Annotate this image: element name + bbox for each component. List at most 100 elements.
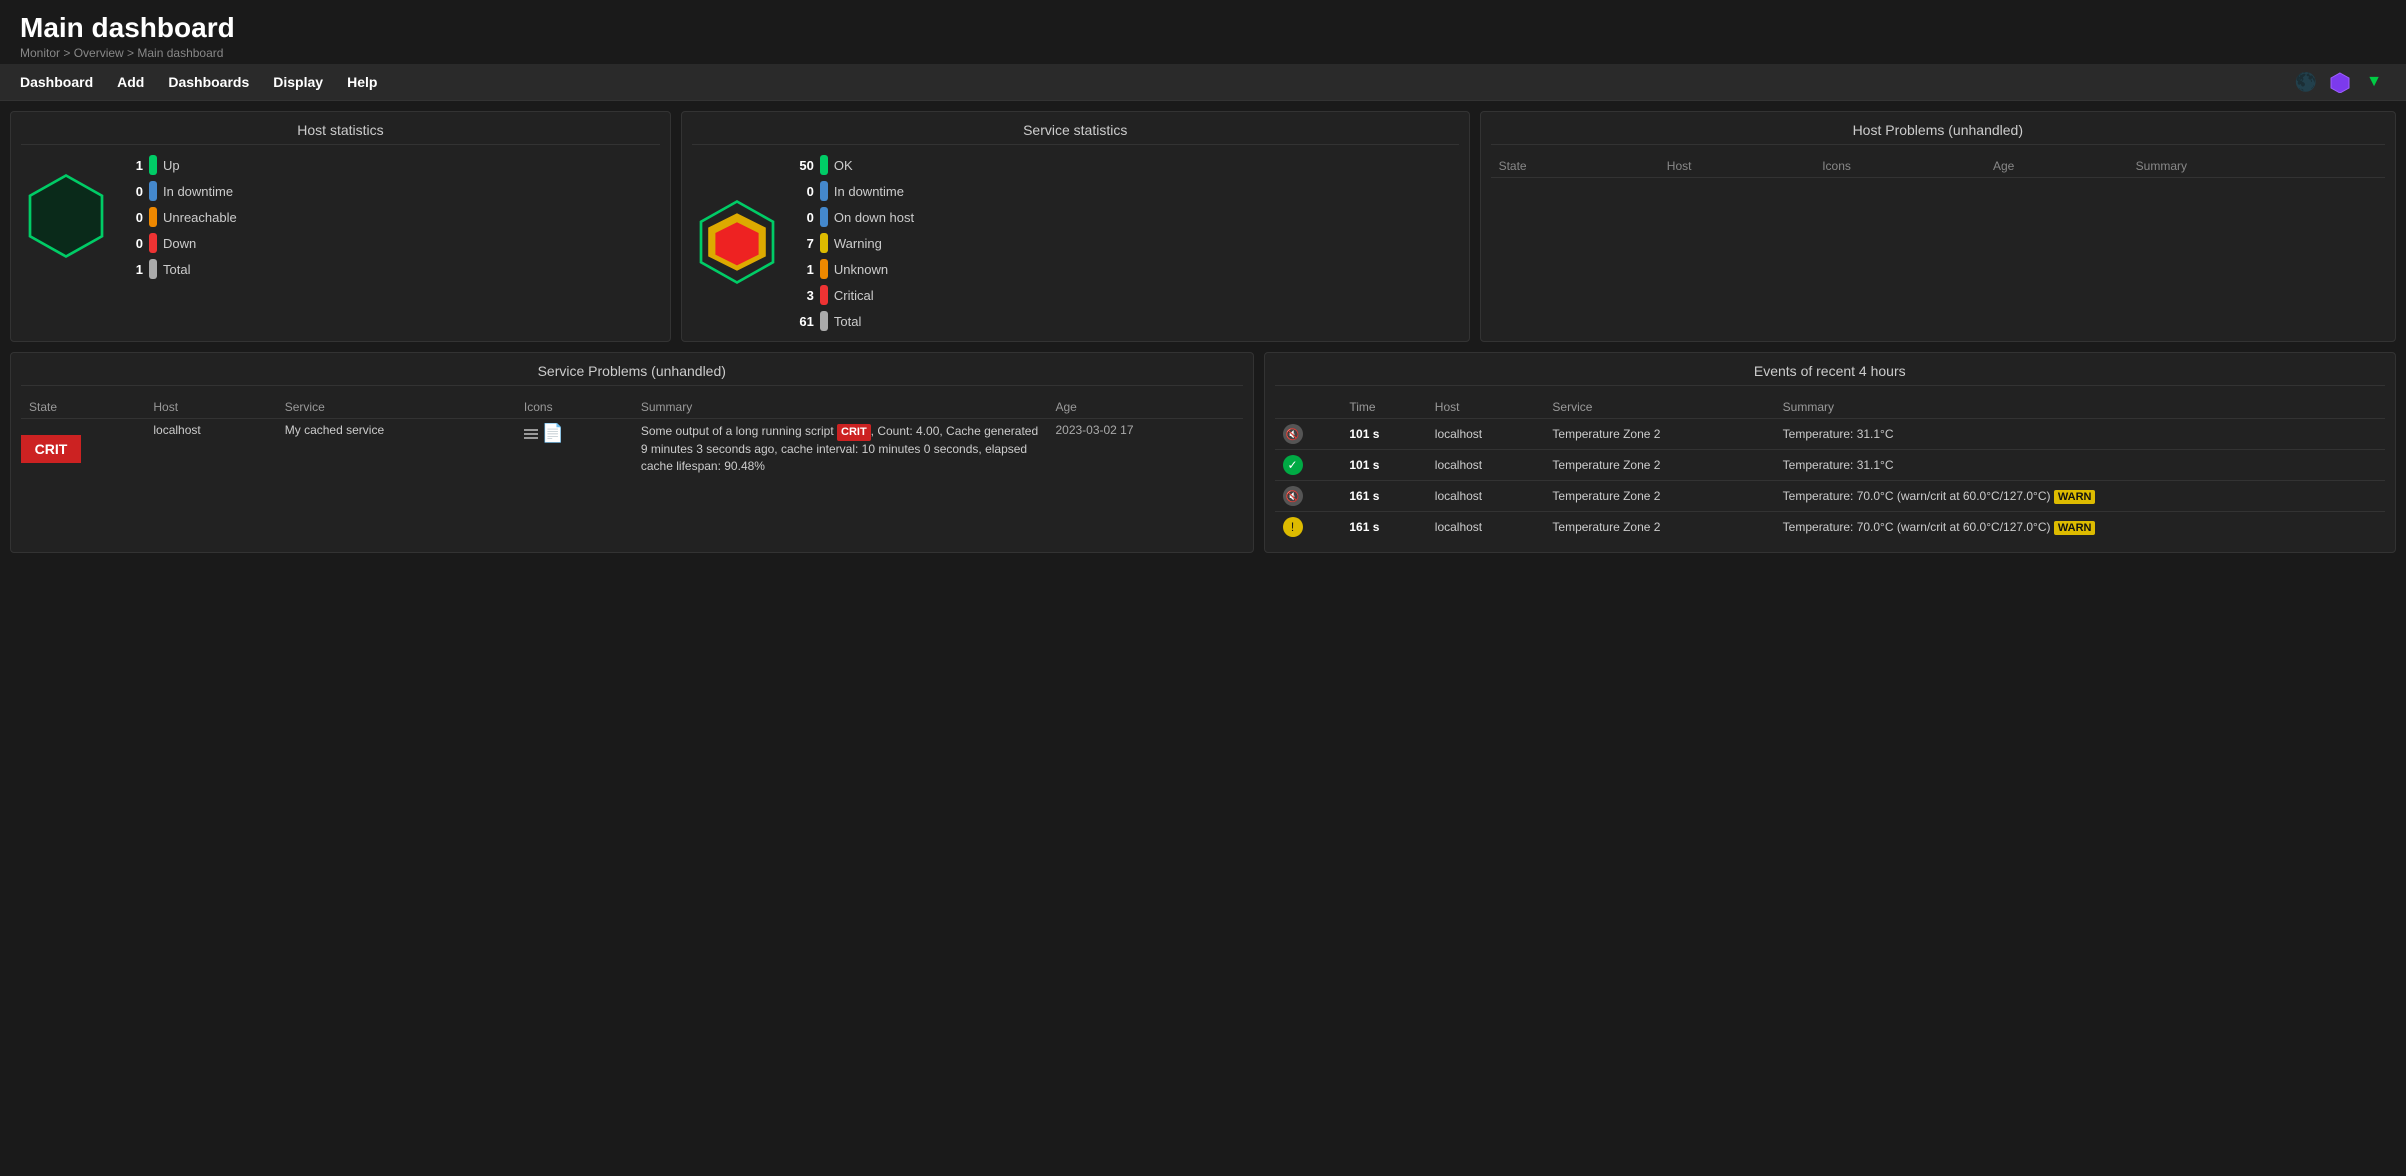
ev-time-cell: 101 s [1341, 419, 1426, 450]
host-problems-title: Host Problems (unhandled) [1491, 122, 2385, 145]
table-row: 🔇 101 s localhost Temperature Zone 2 Tem… [1275, 419, 2385, 450]
table-row: ✓ 101 s localhost Temperature Zone 2 Tem… [1275, 450, 2385, 481]
breadcrumb: Monitor > Overview > Main dashboard [20, 46, 2386, 60]
warn-icon: ! [1283, 517, 1303, 537]
nav-add[interactable]: Add [117, 70, 144, 94]
ev-summary-cell: Temperature: 31.1°C [1775, 419, 2385, 450]
moon-icon[interactable]: 🌑 [2294, 70, 2318, 94]
ev-col-icon [1275, 396, 1342, 419]
host-stat-up: 1 Up [127, 155, 237, 175]
ev-service-cell: Temperature Zone 2 [1544, 481, 1774, 512]
nav-bar: Dashboard Add Dashboards Display Help 🌑 … [0, 64, 2406, 101]
ev-col-time: Time [1341, 396, 1426, 419]
mute-icon: 🔇 [1283, 486, 1303, 506]
top-header: Main dashboard Monitor > Overview > Main… [0, 0, 2406, 64]
bottom-panels: Service Problems (unhandled) State Host … [10, 352, 2396, 553]
service-stats-panel: Service statistics 50 OK [681, 111, 1470, 342]
hp-col-age: Age [1985, 155, 2128, 178]
warn-badge: WARN [2054, 490, 2096, 504]
ev-summary-cell: Temperature: 31.1°C [1775, 450, 2385, 481]
service-problems-title: Service Problems (unhandled) [21, 363, 1243, 386]
ev-host-cell: localhost [1427, 450, 1545, 481]
nav-help[interactable]: Help [347, 70, 377, 94]
mute-icon: 🔇 [1283, 424, 1303, 444]
host-stats-title: Host statistics [21, 122, 660, 145]
service-hex [692, 197, 782, 290]
main-content: Host statistics 1 Up 0 I [0, 101, 2406, 563]
sp-col-summary: Summary [633, 396, 1048, 419]
svc-stat-warning: 7 Warning [798, 233, 914, 253]
sp-col-icons: Icons [516, 396, 633, 419]
ev-summary-cell: Temperature: 70.0°C (warn/crit at 60.0°C… [1775, 512, 2385, 543]
host-stat-downtime: 0 In downtime [127, 181, 237, 201]
ev-summary-cell: Temperature: 70.0°C (warn/crit at 60.0°C… [1775, 481, 2385, 512]
nav-dashboards[interactable]: Dashboards [168, 70, 249, 94]
sp-icons-cell[interactable]: 📄 [516, 419, 633, 479]
ev-service-cell: Temperature Zone 2 [1544, 419, 1774, 450]
filter-icon[interactable]: ▼ [2362, 70, 2386, 94]
hp-col-icons: Icons [1814, 155, 1985, 178]
svc-stat-ok: 50 OK [798, 155, 914, 175]
ev-service-cell: Temperature Zone 2 [1544, 450, 1774, 481]
host-stat-down: 0 Down [127, 233, 237, 253]
page-title: Main dashboard [20, 12, 2386, 44]
ok-icon: ✓ [1283, 455, 1303, 475]
svc-stat-total: 61 Total [798, 311, 914, 331]
sp-age-cell: 2023-03-02 17 [1047, 419, 1242, 479]
host-stat-total: 1 Total [127, 259, 237, 279]
note-icon[interactable]: 📄 [542, 423, 564, 444]
svc-stat-downtime: 0 In downtime [798, 181, 914, 201]
hp-col-state: State [1491, 155, 1659, 178]
nav-dashboard[interactable]: Dashboard [20, 70, 93, 94]
sp-service-cell: My cached service [277, 419, 516, 479]
sp-summary-cell: Some output of a long running script CRI… [633, 419, 1048, 479]
sp-col-state: State [21, 396, 145, 419]
host-stat-unreachable: 0 Unreachable [127, 207, 237, 227]
ev-icon-cell: 🔇 [1275, 419, 1342, 450]
ev-host-cell: localhost [1427, 419, 1545, 450]
hp-col-summary: Summary [2128, 155, 2385, 178]
ev-time-cell: 101 s [1341, 450, 1426, 481]
host-problems-panel: Host Problems (unhandled) State Host Ico… [1480, 111, 2396, 342]
hp-col-host: Host [1659, 155, 1814, 178]
host-stats-list: 1 Up 0 In downtime 0 Unreachable [127, 155, 237, 279]
host-stats-inner: 1 Up 0 In downtime 0 Unreachable [21, 155, 660, 279]
table-row: 🔇 161 s localhost Temperature Zone 2 Tem… [1275, 481, 2385, 512]
ev-host-cell: localhost [1427, 512, 1545, 543]
state-crit-cell: CRIT [21, 435, 81, 463]
crit-badge: CRIT [837, 424, 871, 441]
ev-time-cell: 161 s [1341, 512, 1426, 543]
sp-host-cell: localhost [145, 419, 276, 479]
svc-stat-ondownhost: 0 On down host [798, 207, 914, 227]
sp-col-service: Service [277, 396, 516, 419]
ev-icon-cell: ! [1275, 512, 1342, 543]
svc-stat-unknown: 1 Unknown [798, 259, 914, 279]
top-panels: Host statistics 1 Up 0 I [10, 111, 2396, 342]
hamburger-icon[interactable] [524, 429, 538, 439]
table-row: CRIT localhost My cached service 📄 [21, 419, 1243, 479]
ev-col-service: Service [1544, 396, 1774, 419]
events-table: Time Host Service Summary 🔇 101 s localh… [1275, 396, 2385, 542]
ev-icon-cell: ✓ [1275, 450, 1342, 481]
ev-time-cell: 161 s [1341, 481, 1426, 512]
service-problems-panel: Service Problems (unhandled) State Host … [10, 352, 1254, 553]
nav-display[interactable]: Display [273, 70, 323, 94]
host-stats-panel: Host statistics 1 Up 0 I [10, 111, 671, 342]
service-problems-table: State Host Service Icons Summary Age CRI… [21, 396, 1243, 479]
ev-col-host: Host [1427, 396, 1545, 419]
warn-badge: WARN [2054, 521, 2096, 535]
nav-icons: 🌑 ▼ [2294, 70, 2386, 94]
ev-host-cell: localhost [1427, 481, 1545, 512]
purple-hex-icon[interactable] [2328, 70, 2352, 94]
host-problems-table: State Host Icons Age Summary [1491, 155, 2385, 178]
events-title: Events of recent 4 hours [1275, 363, 2385, 386]
table-row: ! 161 s localhost Temperature Zone 2 Tem… [1275, 512, 2385, 543]
service-stats-title: Service statistics [692, 122, 1459, 145]
service-stats-inner: 50 OK 0 In downtime 0 On down host [692, 155, 1459, 331]
ev-service-cell: Temperature Zone 2 [1544, 512, 1774, 543]
host-hex [21, 171, 111, 264]
ev-col-summary: Summary [1775, 396, 2385, 419]
sp-col-host: Host [145, 396, 276, 419]
svc-stat-critical: 3 Critical [798, 285, 914, 305]
events-panel: Events of recent 4 hours Time Host Servi… [1264, 352, 2396, 553]
